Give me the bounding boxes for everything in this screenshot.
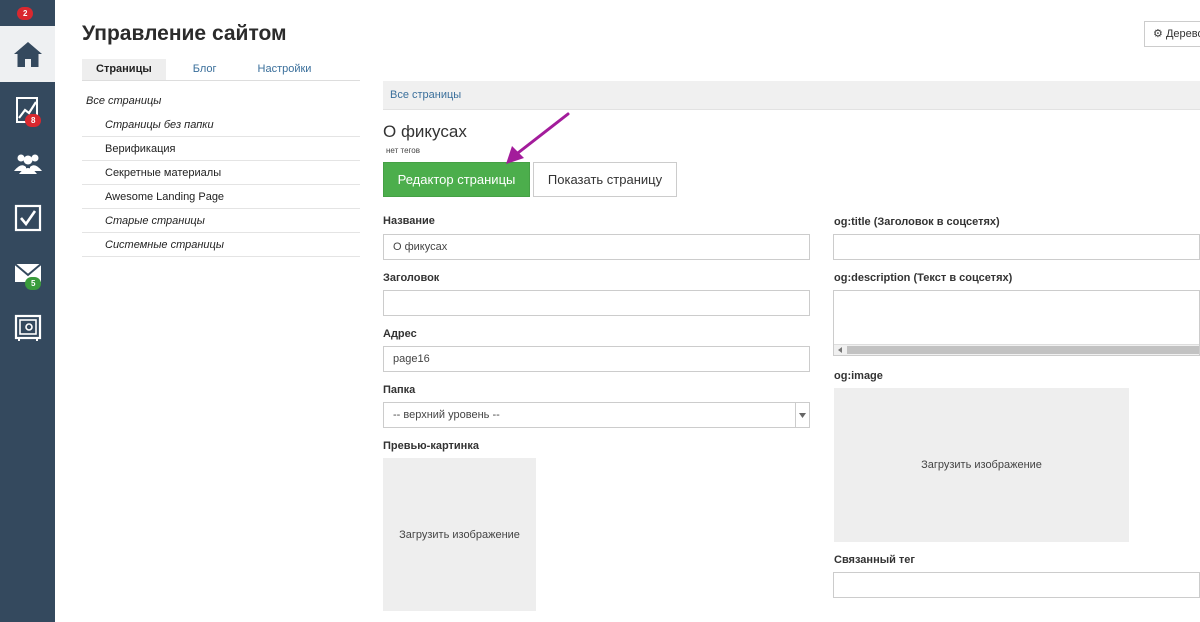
address-input[interactable]: page16 <box>383 346 810 372</box>
tree-item[interactable]: Верификация <box>82 137 360 161</box>
sidebar-item-users[interactable] <box>0 135 55 191</box>
heading-input[interactable] <box>383 290 810 316</box>
og-image-label: og:image <box>834 370 883 382</box>
tree-item[interactable]: Старые страницы <box>82 209 360 233</box>
chevron-down-icon[interactable] <box>795 403 809 427</box>
sidebar-item-mail[interactable]: 5 <box>0 245 55 301</box>
breadcrumb: Все страницы <box>383 81 1200 110</box>
page-title-header: Управление сайтом <box>82 22 287 45</box>
scroll-thumb[interactable] <box>847 346 1199 354</box>
tree-item-all-pages[interactable]: Все страницы <box>82 89 360 113</box>
address-label: Адрес <box>383 328 417 340</box>
og-title-input[interactable] <box>833 234 1200 260</box>
pages-tree: Все страницы Страницы без папки Верифика… <box>82 89 360 257</box>
horizontal-scrollbar[interactable] <box>834 344 1199 355</box>
sidebar-item-analytics[interactable]: 8 <box>0 82 55 138</box>
safe-icon <box>14 314 41 341</box>
tree-item[interactable]: Awesome Landing Page <box>82 185 360 209</box>
tree-view-button-label: Дерево <box>1165 28 1200 40</box>
preview-upload[interactable]: Загрузить изображение <box>383 458 536 611</box>
users-icon <box>13 154 42 174</box>
mail-badge: 5 <box>25 277 42 290</box>
sidebar-item-tasks[interactable] <box>0 190 55 246</box>
tabs: Страницы Блог Настройки <box>82 59 325 81</box>
og-description-textarea[interactable] <box>833 290 1200 356</box>
sidebar-item-home[interactable] <box>0 26 55 82</box>
linked-tag-label: Связанный тег <box>834 554 916 566</box>
folder-select[interactable]: -- верхний уровень -- <box>383 402 810 428</box>
heading-label: Заголовок <box>383 272 440 284</box>
name-label: Название <box>383 215 435 227</box>
tree-item[interactable]: Секретные материалы <box>82 161 360 185</box>
checkbox-icon <box>14 204 41 232</box>
tree-view-button[interactable]: ⚙ Дерево <box>1144 21 1200 47</box>
tags-text: нет тегов <box>386 146 420 155</box>
og-description-label: og:description (Текст в соцсетях) <box>834 272 1013 284</box>
tabs-divider <box>82 80 360 81</box>
linked-tag-input[interactable] <box>833 572 1200 598</box>
breadcrumb-all-pages[interactable]: Все страницы <box>390 89 461 101</box>
left-sidebar: 2 8 5 <box>0 0 55 622</box>
analytics-badge: 8 <box>25 114 42 127</box>
gear-icon: ⚙ <box>1153 28 1163 40</box>
notifications-badge[interactable]: 2 <box>17 7 34 20</box>
folder-select-value: -- верхний уровень -- <box>393 409 500 421</box>
scroll-left-icon[interactable] <box>834 345 846 355</box>
tab-settings[interactable]: Настройки <box>244 59 326 81</box>
tree-item[interactable]: Страницы без папки <box>82 113 360 137</box>
annotation-arrow-icon <box>506 112 570 164</box>
preview-label: Превью-картинка <box>383 440 479 452</box>
sidebar-item-safe[interactable] <box>0 300 55 356</box>
page-name: О фикусах <box>383 122 467 141</box>
home-icon <box>13 42 42 67</box>
og-title-label: og:title (Заголовок в соцсетях) <box>834 216 1000 228</box>
tab-blog[interactable]: Блог <box>166 59 244 81</box>
folder-label: Папка <box>383 384 416 396</box>
og-image-upload[interactable]: Загрузить изображение <box>834 388 1129 542</box>
tree-item[interactable]: Системные страницы <box>82 233 360 257</box>
tab-pages[interactable]: Страницы <box>82 59 166 81</box>
name-input[interactable]: О фикусах <box>383 234 810 260</box>
